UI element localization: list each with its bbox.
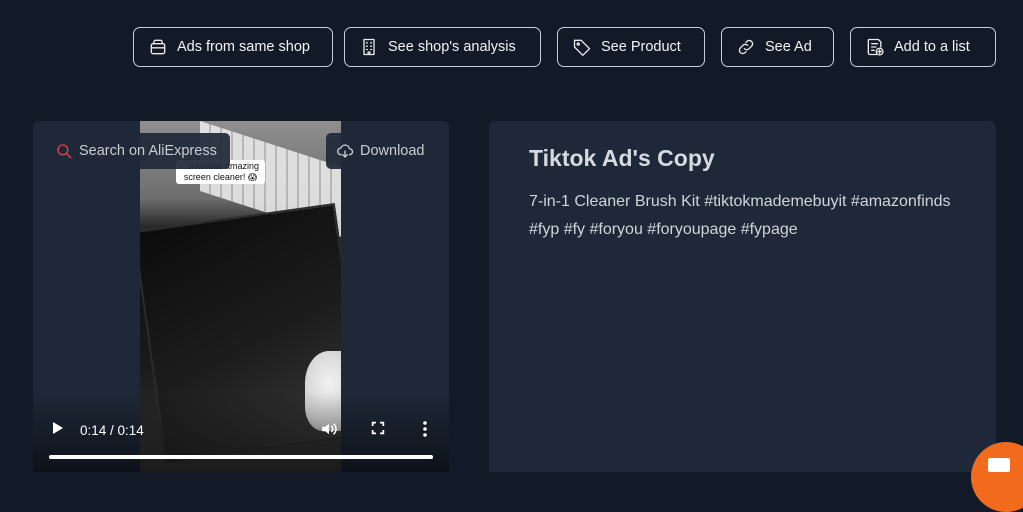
store-icon — [150, 39, 166, 55]
link-icon — [738, 39, 754, 55]
building-icon — [363, 38, 375, 56]
play-icon[interactable] — [51, 420, 65, 436]
chat-icon — [988, 458, 1010, 472]
ad-copy-text: 7-in-1 Cleaner Brush Kit #tiktokmademebu… — [529, 193, 951, 238]
see-product-label: See Product — [601, 39, 681, 55]
fullscreen-icon[interactable] — [370, 420, 386, 436]
ad-copy-card: Tiktok Ad's Copy 7-in-1 Cleaner Brush Ki… — [489, 121, 996, 472]
download-label: Download — [360, 143, 425, 159]
tag-icon — [573, 39, 591, 56]
see-ad-label: See Ad — [765, 39, 812, 55]
add-to-list-label: Add to a list — [894, 39, 970, 55]
search-icon — [57, 144, 72, 159]
video-card: ...includes amazing screen cleaner! 😱 Se… — [33, 121, 449, 472]
cloud-download-icon — [337, 144, 354, 158]
search-aliexpress-button[interactable]: Search on AliExpress — [45, 133, 230, 169]
see-ad-button[interactable]: See Ad — [721, 27, 834, 67]
ads-from-same-shop-label: Ads from same shop — [177, 39, 310, 55]
see-product-button[interactable]: See Product — [557, 27, 705, 67]
ad-copy-title: Tiktok Ad's Copy — [529, 145, 715, 171]
more-options-icon[interactable] — [418, 420, 432, 438]
video-time: 0:14 / 0:14 — [80, 423, 144, 438]
see-shop-analysis-label: See shop's analysis — [388, 39, 516, 55]
action-toolbar: Ads from same shop See shop's analysis S… — [0, 27, 1023, 69]
video-progress-bar[interactable] — [49, 455, 433, 459]
video-controls: 0:14 / 0:14 — [33, 418, 449, 442]
video-progress-fill — [49, 455, 433, 459]
list-add-icon — [867, 38, 884, 56]
ads-from-same-shop-button[interactable]: Ads from same shop — [133, 27, 333, 67]
volume-icon[interactable] — [320, 420, 338, 438]
add-to-list-button[interactable]: Add to a list — [850, 27, 996, 67]
search-aliexpress-label: Search on AliExpress — [79, 143, 217, 159]
see-shop-analysis-button[interactable]: See shop's analysis — [344, 27, 541, 67]
download-button[interactable]: Download — [326, 133, 436, 169]
